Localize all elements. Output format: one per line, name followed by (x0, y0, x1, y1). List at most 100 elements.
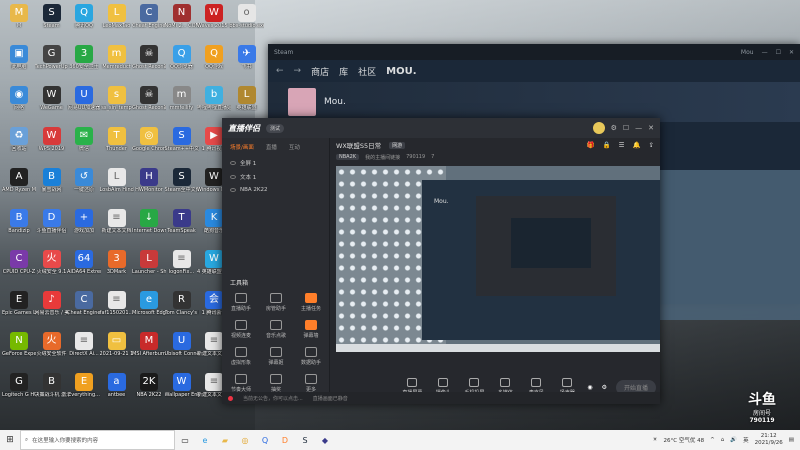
desktop-icon[interactable]: ≡ faf1150201... (100, 289, 134, 323)
desktop-icon[interactable]: AAMD Ryzen Master (2, 166, 36, 200)
nav-community[interactable]: 社区 (358, 65, 376, 78)
desktop-icon[interactable]: S Steam (35, 2, 69, 36)
desktop-icon[interactable]: Q QQ游戏 (197, 43, 231, 77)
close-icon[interactable]: ✕ (648, 124, 654, 132)
desktop-icon[interactable]: m Memreduct (100, 43, 134, 77)
desktop-icon[interactable]: ▭2021-09-21 15-14-04 (100, 330, 134, 364)
tool-button[interactable]: 弹幕墙 (294, 320, 328, 339)
desktop-icon[interactable]: ♻ 回收站 (2, 125, 36, 159)
stream-preview[interactable]: Mou. (336, 166, 660, 352)
edge-icon[interactable]: e (195, 430, 215, 450)
desktop-icon[interactable]: RTom Clancy's R... (165, 289, 199, 323)
tool-button[interactable]: 数据助手 (294, 347, 328, 366)
desktop-icon[interactable]: o obs-studio.exe (230, 2, 264, 36)
desktop-icon[interactable]: ≡ 新建文本文档 (100, 207, 134, 241)
desktop-icon[interactable]: ♪网易云音乐 / 美国手机 (35, 289, 69, 323)
weather-text[interactable]: 26°C 空气优 48 (664, 436, 705, 444)
task-view-icon[interactable]: ▭ (175, 430, 195, 450)
qq-icon[interactable]: Q (255, 430, 275, 450)
tab-interact[interactable]: 互动 (289, 143, 300, 151)
eye-icon[interactable] (230, 188, 236, 192)
scene-item[interactable]: 全屏 1 (222, 156, 329, 170)
desktop-icon[interactable]: GTechPowerUp GPU-Z (35, 43, 69, 77)
desktop-icon[interactable]: B 暴雪战网 (35, 166, 69, 200)
desktop-icon[interactable]: s ss_sin_temp (100, 84, 134, 118)
tool-button[interactable]: 节奏大师 (224, 374, 258, 393)
tool-button[interactable]: 主播任务 (294, 293, 328, 312)
streaming-app-window[interactable]: 直播伴侣 测试 ⚙ ☐ — ✕ 场景/画面 直播 互动 全屏 1 文本 1 NB… (222, 118, 660, 404)
desktop-icon[interactable]: C CPUID CPU-Z (2, 248, 36, 282)
desktop-icon[interactable]: LLosbAim Hinds Editor (100, 166, 134, 200)
desktop-icon[interactable]: EEpic Games Launcher (2, 289, 36, 323)
settings-icon[interactable]: ⚙ (611, 124, 617, 132)
desktop-icon[interactable]: L LeoMaxTao (100, 2, 134, 36)
close-icon[interactable]: ✕ (789, 49, 794, 56)
tab-live[interactable]: 直播 (266, 143, 277, 151)
scene-item[interactable]: NBA 2K22 (222, 184, 329, 196)
tool-button[interactable]: 房管助手 (259, 293, 293, 312)
bell-icon[interactable]: 🔔 (632, 141, 640, 149)
desktop-icon[interactable]: ☠Ghost Recon的... (132, 43, 166, 77)
window-mode-icon[interactable]: ☐ (623, 124, 629, 132)
desktop-icon[interactable]: D 斗鱼直播伴侣 (35, 207, 69, 241)
forward-arrow-icon[interactable]: → (294, 66, 302, 76)
desktop-icon[interactable]: NGeForce Experience (2, 330, 36, 364)
weather-icon[interactable]: ☀ (653, 437, 658, 443)
nav-profile[interactable]: MOU. (386, 66, 416, 77)
shop-icon[interactable]: ☰ (619, 141, 625, 149)
settings-icon[interactable]: ⚙ (602, 384, 607, 391)
game-badge[interactable]: NBA2K (336, 154, 360, 160)
douyu-app-icon[interactable]: D (275, 430, 295, 450)
desktop-icon[interactable]: ◉ 网络 (2, 84, 36, 118)
clock[interactable]: 21:12 2021/9/26 (755, 433, 783, 447)
desktop-icon[interactable]: CCheat Engine... (132, 2, 166, 36)
nav-library[interactable]: 库 (339, 65, 348, 78)
record-icon[interactable]: ◉ (587, 384, 592, 391)
desktop-icon[interactable]: T Thunder (100, 125, 134, 159)
desktop-icon[interactable]: b 哔哩哔哩直播姬 (197, 84, 231, 118)
minimize-icon[interactable]: — (762, 49, 768, 56)
desktop-icon[interactable]: 3 360安全卫士 (67, 43, 101, 77)
stream-tag[interactable]: 网游 (389, 141, 406, 149)
tab-scenes[interactable]: 场景/画面 (230, 143, 254, 151)
folder-icon[interactable]: ▰ (215, 430, 235, 450)
stream-title[interactable]: WX联盟S5日常 (336, 140, 381, 150)
room-link[interactable]: 我的主播间链接 (365, 154, 400, 161)
tool-button[interactable]: 更多 (294, 374, 328, 393)
scene-item[interactable]: 文本 1 (222, 170, 329, 184)
app-titlebar[interactable]: 直播伴侣 测试 ⚙ ☐ — ✕ (222, 118, 660, 138)
desktop-icon[interactable]: UUbisoft Connect (165, 330, 199, 364)
search-input[interactable]: ⌕ 在这里输入你要搜索的内容 (20, 430, 175, 450)
tool-button[interactable]: 音乐点歌 (259, 320, 293, 339)
desktop-icon[interactable]: ✈ 飞书 (230, 43, 264, 77)
desktop-icon[interactable]: MMSI Afterburner (132, 330, 166, 364)
avatar[interactable] (288, 88, 316, 116)
steam-titlebar[interactable]: Steam Mou — ☐ ✕ (268, 44, 800, 60)
desktop-icon[interactable]: ≡ logonFix... (165, 248, 199, 282)
desktop-icon[interactable]: ☠Ghost Recon的... (132, 84, 166, 118)
desktop-icon[interactable]: B决策战斗机 激活版修改 (35, 371, 69, 405)
desktop-icon[interactable]: 火火绒安全软件 (35, 330, 69, 364)
desktop-icon[interactable]: + 游戏加加 (67, 207, 101, 241)
tool-button[interactable]: 弹幕姬 (259, 347, 293, 366)
desktop-icon[interactable]: SSteam全中文体验... (165, 166, 199, 200)
tool-button[interactable]: 直播助手 (224, 293, 258, 312)
desktop-icon[interactable]: ↺ 一键还原 (67, 166, 101, 200)
desktop-icon[interactable]: 3 3DMark (100, 248, 134, 282)
app-icon[interactable]: ◆ (315, 430, 335, 450)
desktop-icon[interactable]: W WPS 2019 (35, 125, 69, 159)
network-icon[interactable]: ⌂ (721, 437, 725, 443)
desktop-icon[interactable]: ◎Google Chrome (132, 125, 166, 159)
tool-button[interactable]: 虚拟形象 (224, 347, 258, 366)
desktop-icon[interactable]: NNoMi 2... COM的 (165, 2, 199, 36)
minimize-icon[interactable]: — (635, 124, 642, 132)
desktop-icon[interactable]: m mmfellify (165, 84, 199, 118)
maximize-icon[interactable]: ☐ (776, 49, 781, 56)
desktop-icon[interactable]: LLauncher - Shortcut (132, 248, 166, 282)
desktop-icon[interactable]: B Bandizip (2, 207, 36, 241)
notification-icon[interactable]: ▤ (789, 437, 794, 443)
avatar[interactable] (592, 122, 605, 134)
back-arrow-icon[interactable]: ← (276, 66, 284, 76)
nav-store[interactable]: 商店 (311, 65, 329, 78)
desktop-icon[interactable]: 2K NBA 2K22 (132, 371, 166, 405)
